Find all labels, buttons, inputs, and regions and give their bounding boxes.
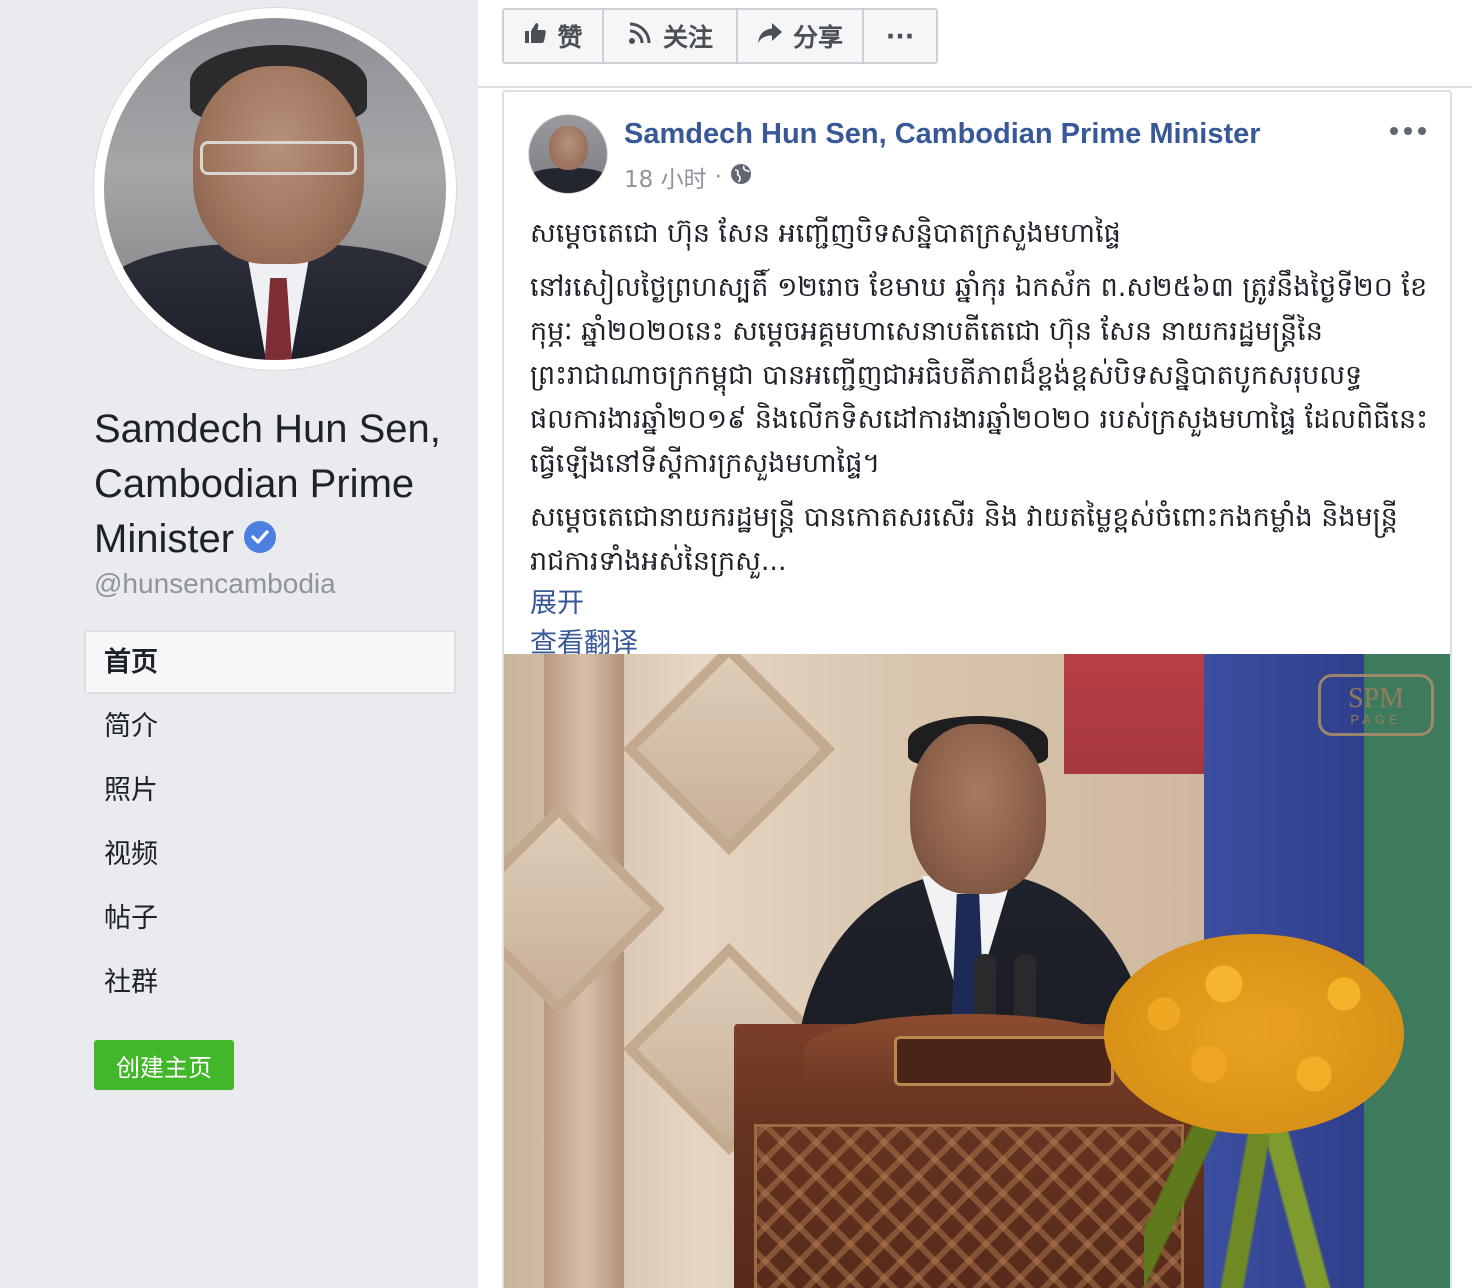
post-author-avatar[interactable] (528, 114, 608, 194)
left-sidebar: Samdech Hun Sen, Cambodian Prime Ministe… (0, 0, 478, 1288)
more-actions-button[interactable]: ··· (864, 10, 936, 62)
verified-badge-icon (244, 521, 277, 554)
page-name-heading: Samdech Hun Sen, Cambodian Prime Ministe… (94, 402, 474, 567)
post-photo[interactable]: SPM PAGE (504, 654, 1450, 1288)
share-label: 分享 (792, 23, 843, 52)
watermark-small: PAGE (1350, 711, 1402, 727)
create-page-button[interactable]: 创建主页 (94, 1040, 234, 1090)
photo-person-head (910, 724, 1046, 894)
page-handle[interactable]: @hunsencambodia (94, 568, 336, 600)
nav-item-videos[interactable]: 视频 (84, 822, 456, 886)
share-button[interactable]: 分享 (738, 10, 864, 62)
post-paragraph: សម្តេចតេជោ ហ៊ុន សែន អញ្ជើញបិទសន្និបាតក្រ… (530, 218, 1121, 249)
photo-wall-diamond (622, 654, 836, 856)
post-timestamp[interactable]: 18 小时 (624, 160, 707, 194)
follow-button[interactable]: 关注 (604, 10, 738, 62)
nav-item-community[interactable]: 社群 (84, 950, 456, 1014)
dot (1390, 127, 1398, 135)
nav-item-home[interactable]: 首页 (84, 630, 456, 694)
photo-wall-diamond (504, 802, 666, 1016)
follow-label: 关注 (662, 23, 713, 52)
post-card: Samdech Hun Sen, Cambodian Prime Ministe… (502, 90, 1452, 1288)
page-nav: 首页 简介 照片 视频 帖子 社群 (84, 630, 456, 1014)
profile-picture[interactable] (94, 8, 456, 370)
photo-podium-plaque (894, 1036, 1114, 1086)
meta-separator: · (714, 164, 722, 190)
see-more-link[interactable]: 展开 (530, 584, 1430, 624)
rss-icon (627, 20, 653, 52)
divider (478, 86, 1472, 88)
post-paragraph: សម្តេចតេជោនាយករដ្ឋមន្ត្រី បានកោតសរសើរ និ… (530, 502, 1398, 577)
page-action-bar: 赞 关注 分享 ··· (502, 8, 938, 64)
post-paragraph: នៅរសៀលថ្ងៃព្រហស្បតិ៍ ១២រោច ខែមាឃ ឆ្នាំកុ… (530, 272, 1428, 479)
thumbs-up-icon (523, 21, 547, 51)
more-dots-icon: ··· (885, 21, 915, 51)
main-content: 赞 关注 分享 ··· Samdech Hun Sen, Cambodian P… (478, 0, 1472, 1288)
dot (1404, 127, 1412, 135)
post-body: សម្តេចតេជោ ហ៊ុន សែន អញ្ជើញបិទសន្និបាតក្រ… (530, 212, 1430, 664)
dot (1418, 127, 1426, 135)
post-author-link[interactable]: Samdech Hun Sen, Cambodian Prime Ministe… (624, 118, 1261, 151)
nav-item-photos[interactable]: 照片 (84, 758, 456, 822)
share-arrow-icon (757, 21, 783, 51)
like-label: 赞 (557, 23, 583, 52)
photo-flowers (1104, 934, 1404, 1134)
post-options-button[interactable] (1388, 118, 1428, 144)
nav-item-posts[interactable]: 帖子 (84, 886, 456, 950)
globe-icon[interactable] (730, 163, 752, 191)
post-meta: 18 小时 · (624, 160, 752, 194)
like-button[interactable]: 赞 (504, 10, 604, 62)
watermark-big: SPM (1347, 682, 1405, 714)
spm-page-watermark: SPM PAGE (1318, 674, 1434, 736)
photo-podium-carving (754, 1124, 1184, 1288)
nav-item-about[interactable]: 简介 (84, 694, 456, 758)
